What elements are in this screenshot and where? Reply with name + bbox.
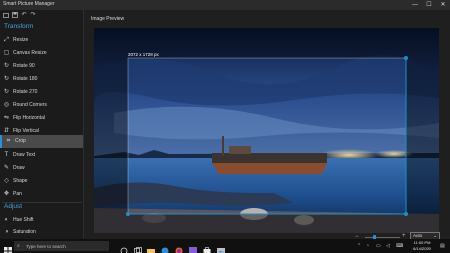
file-explorer-icon[interactable]: [147, 242, 155, 253]
nav-item-canvas-resize[interactable]: ▢ Canvas Resize: [0, 47, 83, 60]
store-icon[interactable]: [203, 242, 211, 253]
text-icon: T: [4, 152, 9, 158]
cortana-icon[interactable]: [120, 242, 128, 253]
open-file-icon[interactable]: [3, 12, 9, 18]
start-icon[interactable]: [4, 242, 12, 253]
search-placeholder: Type here to search: [26, 243, 66, 249]
nav-item-label: Shape: [13, 178, 28, 184]
sidebar: ↶ ↷ Transform ⤢ Resize ▢ Canvas Resize ↻…: [0, 10, 84, 239]
save-icon[interactable]: [12, 12, 18, 18]
pen-icon: ✎: [3, 165, 10, 171]
nav-item-label: Draw Text: [13, 152, 36, 158]
transform-header: Transform: [4, 23, 34, 30]
toolbar: ↶ ↷: [0, 10, 84, 20]
language-icon[interactable]: ⌨: [396, 243, 403, 249]
nav-item-label: Flip Horizontal: [13, 115, 45, 121]
pan-icon: ✥: [3, 191, 10, 197]
crop-size-label: 2072 x 1728 px: [128, 52, 159, 57]
volume-icon[interactable]: ◁: [386, 243, 390, 249]
nav-item-label: Resize: [13, 37, 29, 43]
canvas-resize-icon: ▢: [3, 50, 10, 56]
zoom-value: Auto: [413, 233, 423, 238]
resize-icon: ⤢: [4, 37, 9, 43]
nav-item-label: Saturation: [13, 229, 36, 235]
nav-item-label: Rotate 270: [13, 89, 38, 95]
window-title: Smart Picture Manager: [3, 1, 55, 7]
nav-item-rotate-270[interactable]: ↻ Rotate 270: [0, 86, 83, 99]
maximize-button[interactable]: ☐: [422, 0, 436, 10]
network-icon[interactable]: ◔: [366, 243, 369, 249]
shape-icon: ◇: [4, 178, 9, 184]
adjust-header: Adjust: [4, 203, 23, 210]
nav-item-saturation[interactable]: ◑ Saturation: [0, 226, 83, 239]
rotate-icon: ↻: [3, 63, 10, 69]
redo-icon[interactable]: ↷: [30, 12, 36, 18]
rotate-icon: ↻: [3, 76, 10, 82]
round-corners-icon: ◎: [3, 102, 10, 108]
flip-horizontal-icon: ⇋: [3, 115, 10, 121]
undo-icon[interactable]: ↶: [21, 12, 27, 18]
rotate-icon: ↻: [3, 89, 10, 95]
close-button[interactable]: ✕: [436, 0, 450, 10]
nav-item-pan[interactable]: ✥ Pan: [0, 188, 83, 201]
nav-item-label: Hue Shift: [13, 217, 34, 223]
crop-handle-top-right: [404, 56, 408, 60]
crop-handle-bottom-left: [126, 212, 130, 216]
nav-item-resize[interactable]: ⤢ Resize: [0, 34, 83, 47]
photo-image: [94, 28, 439, 233]
saturation-icon: ◑: [4, 229, 9, 235]
nav-item-crop[interactable]: ⌗ Crop: [0, 135, 83, 148]
taskbar-search[interactable]: ⌕ Type here to search: [14, 241, 109, 251]
minimize-button[interactable]: —: [408, 0, 422, 10]
clock[interactable]: 11:00 PM 6/14/2020: [409, 240, 435, 251]
nav-item-label: Draw: [13, 165, 25, 171]
firefox-icon[interactable]: [175, 242, 183, 253]
clock-date: 6/14/2020: [413, 245, 431, 251]
nav-item-round-corners[interactable]: ◎ Round Corners: [0, 99, 83, 112]
nav-item-flip-horizontal[interactable]: ⇋ Flip Horizontal: [0, 112, 83, 125]
nav-item-draw[interactable]: ✎ Draw: [0, 162, 83, 175]
image-canvas[interactable]: 2072 x 1728 px: [94, 28, 439, 233]
nav-item-label: Rotate 90: [13, 63, 35, 69]
nav-item-rotate-180[interactable]: ↻ Rotate 180: [0, 73, 83, 86]
nav-item-label: Flip Vertical: [13, 128, 39, 134]
nav-item-rotate-90[interactable]: ↻ Rotate 90: [0, 60, 83, 73]
search-icon: ⌕: [17, 243, 20, 249]
nav-item-draw-text[interactable]: T Draw Text: [0, 149, 83, 162]
nav-item-shape[interactable]: ◇ Shape: [0, 175, 83, 188]
nav-item-label: Rotate 180: [13, 76, 38, 82]
battery-icon[interactable]: ▭: [376, 243, 381, 249]
nav-item-label: Canvas Resize: [13, 50, 47, 56]
zoom-slider[interactable]: [365, 237, 400, 238]
taskbar: ⌕ Type here to search ⌃ ◔ ▭ ◁ ⌨ 11:00 PM…: [0, 239, 450, 253]
nav-item-label: Crop: [15, 138, 26, 144]
notification-icon[interactable]: ▤: [440, 243, 445, 249]
chevron-up-icon[interactable]: ⌃: [357, 243, 361, 249]
visual-studio-icon[interactable]: [189, 242, 197, 253]
edge-icon[interactable]: [161, 242, 169, 253]
hue-icon: ◐: [4, 217, 9, 223]
task-view-icon[interactable]: [134, 242, 142, 253]
picture-manager-icon[interactable]: [217, 242, 225, 253]
crop-icon: ⌗: [6, 138, 11, 144]
main-panel: Image Preview 2072 x 1728 px − + Auto ⌄: [84, 10, 450, 240]
flip-vertical-icon: ⇵: [3, 128, 10, 134]
preview-label: Image Preview: [91, 16, 125, 22]
crop-handle-bottom-right: [404, 212, 408, 216]
title-bar: Smart Picture Manager — ☐ ✕: [0, 0, 450, 10]
nav-item-label: Pan: [13, 191, 22, 197]
nav-item-label: Round Corners: [13, 102, 47, 108]
